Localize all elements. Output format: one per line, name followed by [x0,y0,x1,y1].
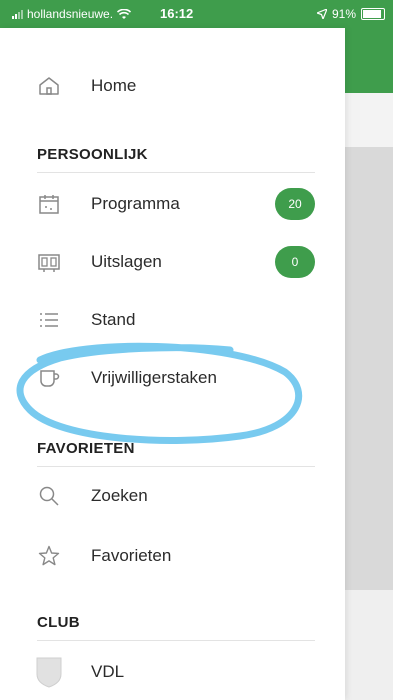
menu-item-club-vdl[interactable]: VDL [0,646,345,698]
menu-item-label: VDL [91,662,125,681]
calendar-icon [37,192,61,216]
menu-item-label: Uitslagen [91,252,162,271]
count-badge: 20 [275,188,315,220]
star-icon [37,544,61,568]
count-badge: 0 [275,246,315,278]
menu-item-favorieten[interactable]: Favorieten [0,530,345,582]
scoreboard-icon [37,250,61,274]
app-bottom-background [345,590,393,700]
app-tabbar-background [345,93,393,147]
menu-item-label: Programma [91,194,180,213]
divider [37,640,315,641]
battery-icon [361,8,385,20]
battery-percentage: 91% [331,7,356,21]
section-header-club: CLUB [37,614,80,631]
menu-item-label: Vrijwilligerstaken [91,368,217,387]
signal-icon [12,9,23,19]
menu-item-stand[interactable]: Stand [0,294,345,346]
section-header-persoonlijk: PERSOONLIJK [37,146,148,163]
menu-item-label: Favorieten [91,546,172,565]
menu-item-uitslagen[interactable]: Uitslagen 0 [0,236,345,288]
menu-item-programma[interactable]: Programma 20 [0,178,345,230]
menu-item-label: Zoeken [91,486,148,505]
status-bar: hollandsnieuwe. 16:12 91% [0,0,393,28]
section-header-favorieten: FAVORIETEN [37,440,135,457]
cup-icon [37,366,61,390]
menu-item-zoeken[interactable]: Zoeken [0,470,345,522]
menu-item-home[interactable]: Home [0,60,345,112]
app-header-background [345,28,393,93]
list-icon [37,308,61,332]
divider [37,466,315,467]
wifi-icon [117,8,132,20]
dimmed-content-overlay[interactable] [345,147,393,590]
search-icon [37,484,61,508]
carrier-name: hollandsnieuwe. [27,7,114,21]
club-shield-icon [35,656,63,688]
menu-item-label: Stand [91,310,136,329]
divider [37,172,315,173]
navigation-drawer: Home PERSOONLIJK Programma 20 Uitslagen … [0,28,345,700]
home-icon [37,74,61,98]
menu-item-vrijwilligerstaken[interactable]: Vrijwilligerstaken [0,352,345,404]
menu-item-label: Home [91,76,137,95]
location-icon [316,9,327,19]
clock: 16:12 [160,6,194,21]
